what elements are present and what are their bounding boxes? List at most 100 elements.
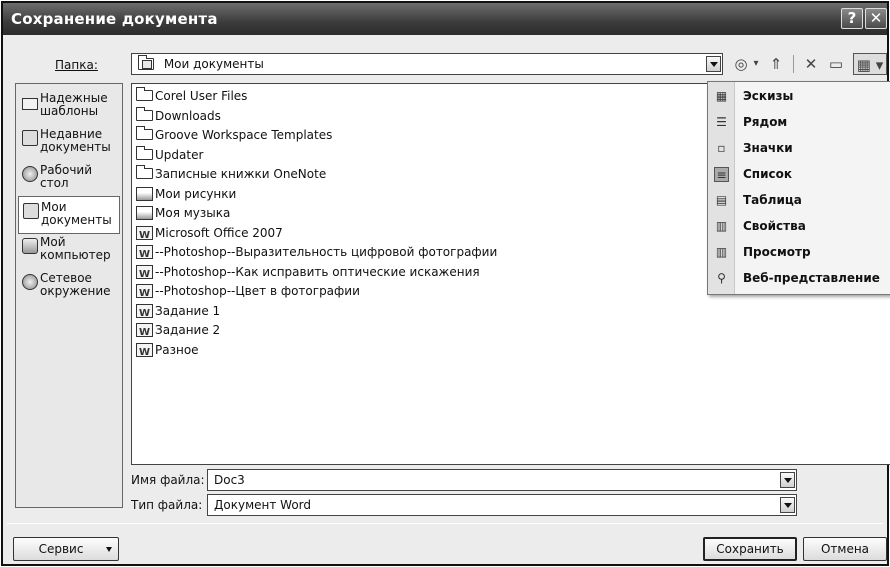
my-computer-icon [22, 238, 38, 254]
my-documents-icon [138, 55, 154, 70]
properties-view-icon: ▥ [715, 219, 728, 233]
save-button[interactable]: Сохранить [703, 537, 797, 561]
file-list-item[interactable]: Microsoft Office 2007 [136, 224, 283, 245]
views-menu-item[interactable]: ⚲ Веб-представление [708, 266, 890, 292]
word-document-icon [136, 264, 153, 284]
my-documents-icon [23, 203, 39, 219]
views-menu: ▦ Эскизы ☰ Рядом ▫ Значки ≡ Список ▤ Таблица ▥ Свой… [707, 81, 890, 295]
back-icon[interactable]: ◎ [731, 53, 751, 75]
views-menu-item[interactable]: ▫ Значки [708, 136, 890, 162]
recent-documents-icon [22, 130, 38, 146]
place-label: Мои документы [41, 200, 112, 227]
views-menu-label: Список [743, 167, 793, 181]
file-name: Corel User Files [155, 89, 248, 103]
delete-icon[interactable]: ✕ [801, 53, 821, 75]
file-list-item[interactable]: --Photoshop--Выразительность цифровой фо… [136, 243, 498, 264]
file-list-item[interactable]: Groove Workspace Templates [136, 126, 332, 145]
cancel-button[interactable]: Отмена [803, 537, 887, 561]
toolbar: ◎ ▾ ⇑ ✕ ▭ ▦ ▾ [731, 53, 890, 77]
up-folder-icon[interactable]: ⇑ [765, 53, 787, 75]
file-name: Groove Workspace Templates [155, 128, 333, 142]
file-list-item[interactable]: Разное [136, 341, 199, 362]
footer-separator [7, 523, 883, 524]
folder-icon [136, 165, 153, 179]
save-dialog: Сохранение документа ? ✕ Папка: Мои доку… [1, 1, 890, 566]
location-combo[interactable]: Мои документы [131, 53, 723, 75]
close-button[interactable]: ✕ [865, 8, 887, 29]
toolbar-divider [793, 55, 797, 73]
file-name: Задание 1 [155, 303, 221, 318]
pictures-folder-icon [136, 186, 153, 201]
views-menu-item[interactable]: ≡ Список [708, 162, 890, 188]
file-name: Разное [155, 342, 199, 357]
location-value: Мои документы [163, 57, 264, 71]
views-menu-label: Веб-представление [743, 271, 880, 285]
word-document-icon [136, 284, 153, 303]
file-name: --Photoshop--Цвет в фотографии [155, 284, 360, 298]
views-menu-label: Эскизы [743, 89, 794, 103]
views-menu-item[interactable]: ▦ Эскизы [708, 84, 890, 110]
places-bar: Надежные шаблоны Недавние документы Рабочи… [15, 83, 123, 508]
location-value-wrap: Мои документы [138, 55, 264, 71]
thumbnails-icon: ▦ [715, 89, 728, 103]
folder-icon [136, 106, 153, 121]
views-menu-label: Таблица [743, 193, 802, 207]
place-label: Рабочий стол [40, 163, 93, 190]
location-label-text: Папка: [55, 58, 98, 72]
title-bar[interactable]: Сохранение документа ? ✕ [3, 3, 887, 35]
place-item[interactable]: Мой компьютер [18, 232, 120, 270]
place-item[interactable]: Надежные шаблоны [18, 88, 120, 126]
back-dropdown-icon[interactable]: ▾ [751, 53, 761, 75]
place-item[interactable]: Рабочий стол [18, 160, 120, 198]
word-document-icon [136, 303, 153, 323]
views-menu-item[interactable]: ▤ Таблица [708, 188, 890, 214]
desktop-icon [22, 166, 38, 182]
place-item[interactable]: Недавние документы [18, 124, 120, 162]
location-dropdown-arrow[interactable] [706, 56, 721, 72]
file-list-item[interactable]: --Photoshop--Цвет в фотографии [136, 282, 360, 303]
views-menu-item[interactable]: ▥ Свойства [708, 214, 890, 240]
location-label: Папка: [55, 58, 98, 72]
file-list-item[interactable]: Задание 2 [136, 321, 221, 342]
file-name: Updater [155, 147, 204, 162]
file-list-item[interactable]: Записные книжки OneNote [136, 165, 326, 184]
file-name: --Photoshop--Выразительность цифровой фо… [155, 245, 498, 259]
filename-combo[interactable]: Doc3 [207, 469, 797, 491]
word-document-icon [136, 342, 153, 362]
filetype-combo[interactable]: Документ Word [207, 494, 797, 516]
file-name: --Photoshop--Как исправить оптические ис… [155, 264, 480, 279]
views-menu-item[interactable]: ▥ Просмотр [708, 240, 890, 266]
views-menu-label: Рядом [743, 115, 788, 129]
file-list-item[interactable]: Corel User Files [136, 87, 247, 106]
views-button[interactable]: ▦ ▾ [853, 53, 887, 75]
filename-value[interactable]: Doc3 [214, 473, 245, 487]
word-document-icon [136, 225, 153, 245]
filename-dropdown-arrow[interactable] [780, 472, 795, 488]
filetype-label: Тип файла: [131, 498, 203, 512]
views-menu-label: Значки [743, 141, 793, 155]
file-name: Downloads [155, 108, 221, 123]
place-item[interactable]: Мои документы [18, 196, 120, 234]
views-menu-label: Просмотр [743, 245, 811, 259]
network-icon [22, 274, 38, 290]
folder-icon [22, 98, 38, 110]
file-list-item[interactable]: Мои рисунки [136, 185, 236, 204]
file-list-item[interactable]: --Photoshop--Как исправить оптические ис… [136, 263, 480, 284]
tools-dropdown-icon [106, 547, 112, 552]
file-name: Моя музыка [155, 206, 231, 220]
tiles-icon: ☰ [716, 115, 727, 129]
tools-button[interactable]: Сервис [13, 537, 119, 561]
folder-icon [136, 87, 153, 101]
place-item[interactable]: Сетевое окружение [18, 268, 120, 306]
preview-view-icon: ▥ [715, 245, 728, 259]
file-list-item[interactable]: Задание 1 [136, 302, 221, 323]
file-list-item[interactable]: Моя музыка [136, 204, 230, 223]
file-name: Задание 2 [155, 323, 221, 337]
file-list-item[interactable]: Updater [136, 145, 204, 165]
filetype-dropdown-arrow[interactable] [780, 497, 795, 513]
views-menu-item[interactable]: ☰ Рядом [708, 110, 890, 136]
list-view-icon: ≡ [714, 167, 729, 182]
new-folder-icon[interactable]: ▭ [825, 53, 847, 75]
help-button[interactable]: ? [841, 8, 863, 29]
file-list-item[interactable]: Downloads [136, 106, 221, 126]
